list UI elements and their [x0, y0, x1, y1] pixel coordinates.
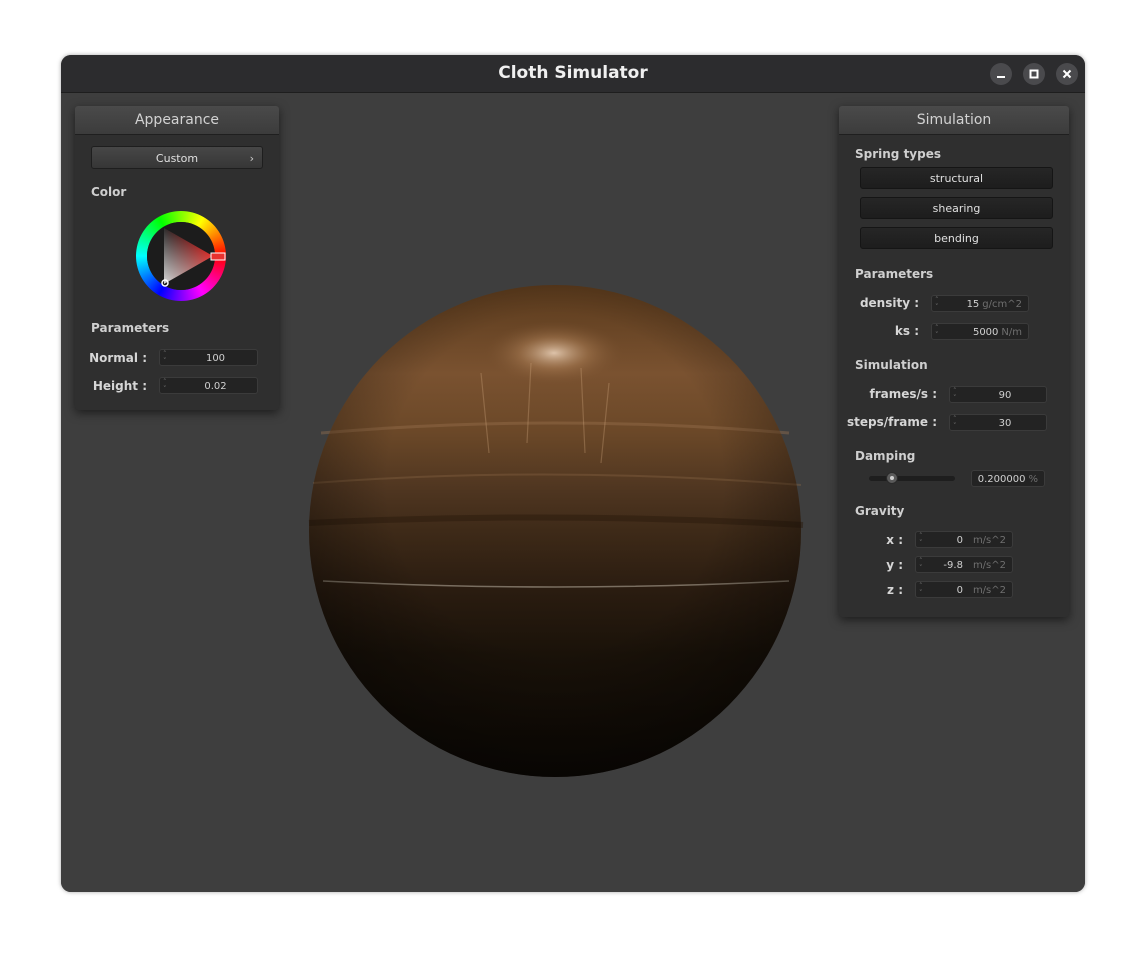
gravity-z-value: 0	[956, 585, 963, 596]
gravity-x-input[interactable]: ˄ ˅ 0 m/s^2	[915, 531, 1013, 548]
damping-input[interactable]: 0.200000%	[971, 470, 1045, 487]
appearance-panel: Appearance Custom › Color Parameters Nor…	[75, 106, 279, 410]
spinner-icon[interactable]: ˄ ˅	[953, 388, 959, 402]
sim-parameters-label: Parameters	[855, 267, 934, 281]
height-value: 0.02	[204, 381, 227, 392]
color-label: Color	[91, 185, 127, 199]
density-label: density :	[859, 296, 919, 310]
damping-value: 0.200000	[977, 474, 1026, 485]
minimize-icon	[997, 76, 1005, 78]
gravity-x-label: x :	[886, 533, 903, 547]
density-unit: g/cm^2	[982, 299, 1022, 310]
spring-types-label: Spring types	[855, 147, 942, 161]
hue-handle[interactable]	[210, 252, 226, 261]
spinner-icon[interactable]: ˄ ˅	[163, 351, 169, 365]
gravity-label: Gravity	[855, 504, 905, 518]
gravity-z-label: z :	[887, 583, 903, 597]
shader-dropdown-value: Custom	[155, 152, 199, 165]
height-label: Height :	[92, 379, 147, 393]
fps-label: frames/s :	[869, 387, 937, 401]
title-bar[interactable]: Cloth Simulator	[61, 55, 1085, 93]
simulation-section-label: Simulation	[855, 358, 928, 372]
steps-value: 30	[998, 418, 1012, 429]
structural-button[interactable]: structural	[860, 167, 1053, 189]
ks-input[interactable]: ˄ ˅ 5000 N/m	[931, 323, 1029, 340]
density-input[interactable]: ˄ ˅ 15 g/cm^2	[931, 295, 1029, 312]
close-icon	[1062, 69, 1072, 79]
app-window: Cloth Simulator Appearance Custom › Colo…	[61, 55, 1085, 892]
normal-value: 100	[205, 353, 226, 364]
shader-dropdown[interactable]: Custom ›	[91, 146, 263, 169]
spinner-icon[interactable]: ˄ ˅	[919, 533, 925, 547]
normal-label: Normal :	[89, 351, 147, 365]
damping-label: Damping	[855, 449, 916, 463]
simulation-header[interactable]: Simulation	[839, 106, 1069, 135]
minimize-button[interactable]	[990, 63, 1012, 85]
gravity-x-unit: m/s^2	[972, 535, 1006, 546]
normal-input[interactable]: ˄ ˅ 100	[159, 349, 258, 366]
close-button[interactable]	[1056, 63, 1078, 85]
spinner-icon[interactable]: ˄ ˅	[935, 297, 941, 311]
maximize-button[interactable]	[1023, 63, 1045, 85]
gravity-y-label: y :	[886, 558, 903, 572]
simulation-panel: Simulation Spring types structural shear…	[839, 106, 1069, 617]
bending-button[interactable]: bending	[860, 227, 1053, 249]
gravity-y-unit: m/s^2	[972, 560, 1006, 571]
damping-slider-thumb[interactable]	[886, 472, 899, 484]
spinner-icon[interactable]: ˄ ˅	[935, 325, 941, 339]
ks-unit: N/m	[1001, 327, 1022, 338]
steps-label: steps/frame :	[847, 415, 937, 429]
color-wheel[interactable]	[133, 208, 229, 304]
height-input[interactable]: ˄ ˅ 0.02	[159, 377, 258, 394]
spinner-icon[interactable]: ˄ ˅	[919, 583, 925, 597]
appearance-header[interactable]: Appearance	[75, 106, 279, 135]
window-title: Cloth Simulator	[498, 63, 648, 83]
spinner-icon[interactable]: ˄ ˅	[919, 558, 925, 572]
gravity-y-input[interactable]: ˄ ˅ -9.8 m/s^2	[915, 556, 1013, 573]
fps-input[interactable]: ˄ ˅ 90	[949, 386, 1047, 403]
damping-unit: %	[1028, 474, 1038, 485]
damping-slider[interactable]	[869, 472, 955, 484]
steps-input[interactable]: ˄ ˅ 30	[949, 414, 1047, 431]
gravity-z-input[interactable]: ˄ ˅ 0 m/s^2	[915, 581, 1013, 598]
gravity-x-value: 0	[956, 535, 963, 546]
ks-value: 5000	[972, 327, 999, 338]
maximize-icon	[1029, 69, 1039, 79]
gravity-y-value: -9.8	[943, 560, 963, 571]
ks-label: ks :	[894, 324, 919, 338]
spinner-icon[interactable]: ˄ ˅	[163, 379, 169, 393]
spinner-icon[interactable]: ˄ ˅	[953, 416, 959, 430]
shearing-button[interactable]: shearing	[860, 197, 1053, 219]
fps-value: 90	[998, 390, 1012, 401]
density-value: 15	[966, 299, 980, 310]
chevron-right-icon: ›	[249, 152, 254, 165]
appearance-parameters-label: Parameters	[91, 321, 170, 335]
gravity-z-unit: m/s^2	[972, 585, 1006, 596]
